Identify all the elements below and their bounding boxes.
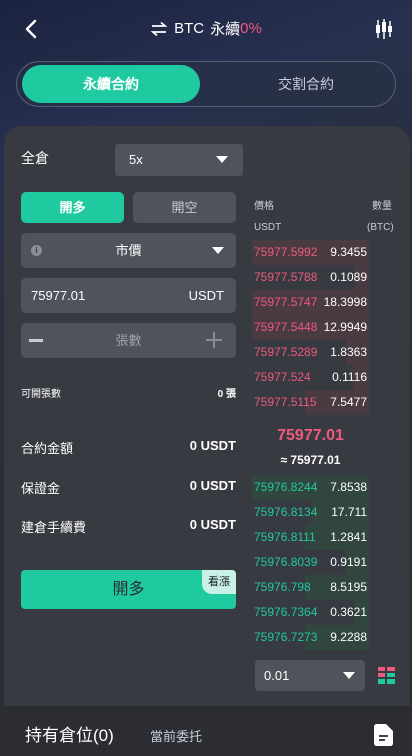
- fee-label: 建倉手續費: [21, 520, 87, 535]
- contract-amount-row: 合約金額 0 USDT: [21, 438, 236, 457]
- orderbook-layout-icon[interactable]: [378, 667, 395, 684]
- market-title[interactable]: BTC 永續 0%: [0, 18, 412, 39]
- open-long-label: 開多: [112, 581, 145, 598]
- bid-row[interactable]: 75976.8111 1.2841: [252, 525, 369, 550]
- symbol-label: BTC: [174, 20, 205, 37]
- chevron-down-icon: [212, 247, 224, 254]
- top-bar: BTC 永續 0%: [0, 0, 412, 58]
- ask-amount: 7.5477: [330, 395, 367, 409]
- margin-label: 保證金: [21, 481, 61, 496]
- bid-row[interactable]: 75976.798 8.5195: [252, 575, 369, 600]
- quantity-placeholder: 張數: [115, 333, 142, 348]
- price-field[interactable]: 75977.01 USDT: [21, 278, 236, 313]
- ask-row[interactable]: 75977.5115 7.5477: [252, 390, 369, 415]
- ask-amount: 0.1116: [332, 370, 367, 384]
- bid-row[interactable]: 75976.7273 9.2288: [252, 625, 369, 650]
- price-header: 價格: [254, 201, 274, 212]
- bid-row[interactable]: 75976.8134 17.711: [252, 500, 369, 525]
- fee-value: 0 USDT: [189, 517, 236, 532]
- chevron-down-icon: [343, 672, 355, 679]
- bid-row[interactable]: 75976.8039 0.9191: [252, 550, 369, 575]
- bid-row[interactable]: 75976.7364 0.3621: [252, 600, 369, 625]
- bid-price: 75976.798: [254, 580, 311, 594]
- ask-row[interactable]: 75977.5448 12.9949: [252, 315, 369, 340]
- amount-header: 數量: [372, 201, 392, 212]
- change-percent: 0%: [240, 20, 262, 37]
- amount-unit-header: (BTC): [367, 222, 394, 233]
- margin-mode-label[interactable]: 全倉: [21, 148, 49, 168]
- margin-value: 0 USDT: [189, 478, 236, 493]
- ask-amount: 12.9949: [323, 320, 367, 334]
- ask-price: 75977.5115: [254, 395, 317, 409]
- contract-amount-label: 合約金額: [21, 441, 74, 456]
- minus-icon[interactable]: [29, 339, 43, 342]
- plus-icon[interactable]: [206, 332, 222, 348]
- bid-amount: 0.9191: [330, 555, 367, 569]
- ask-row[interactable]: 75977.5992 9.3455: [252, 240, 369, 265]
- ask-price: 75977.5448: [254, 320, 318, 334]
- bid-amount: 1.2841: [330, 530, 367, 544]
- bid-price: 75976.8111: [254, 530, 316, 544]
- ask-price: 75977.5788: [254, 270, 318, 284]
- available-value: 0 張: [217, 389, 236, 400]
- bid-price: 75976.8244: [254, 480, 318, 494]
- bid-amount: 8.5195: [330, 580, 367, 594]
- ask-row[interactable]: 75977.5788 0.1089: [252, 265, 369, 290]
- swap-icon: [150, 21, 168, 36]
- bid-price: 75976.7364: [254, 605, 318, 619]
- document-icon[interactable]: [374, 724, 393, 746]
- available-label: 可開張數: [21, 389, 61, 400]
- last-price[interactable]: 75977.01: [252, 427, 369, 445]
- tab-perpetual[interactable]: 永續合約: [22, 65, 200, 103]
- bid-amount: 9.2288: [330, 630, 367, 644]
- info-icon[interactable]: i: [31, 245, 42, 256]
- bid-price: 75976.8134: [254, 505, 318, 519]
- contract-amount-value: 0 USDT: [189, 438, 236, 453]
- price-value: 75977.01: [31, 288, 86, 303]
- ask-amount: 9.3455: [330, 245, 367, 259]
- open-short-tab[interactable]: 開空: [133, 192, 236, 223]
- bid-amount: 0.3621: [330, 605, 367, 619]
- ask-amount: 1.8363: [330, 345, 367, 359]
- depth-step-value: 0.01: [264, 668, 290, 683]
- tab-current-orders[interactable]: 當前委托: [150, 726, 202, 745]
- ask-row[interactable]: 75977.5747 18.3998: [252, 290, 369, 315]
- leverage-value: 5x: [129, 152, 143, 167]
- tab-positions[interactable]: 持有倉位(0): [25, 721, 114, 746]
- open-long-button[interactable]: 開多 看漲: [21, 570, 236, 609]
- price-unit-header: USDT: [254, 222, 282, 233]
- last-price-reference: ≈ 75977.01: [280, 453, 341, 467]
- bid-price: 75976.7273: [254, 630, 318, 644]
- open-long-tab[interactable]: 開多: [21, 192, 124, 223]
- fee-row: 建倉手續費 0 USDT: [21, 517, 236, 536]
- price-unit: USDT: [188, 288, 224, 303]
- ask-amount: 0.1089: [330, 270, 367, 284]
- ask-row[interactable]: 75977.524 0.1116: [252, 365, 369, 390]
- positions-bar: 持有倉位(0) 當前委托: [0, 706, 412, 756]
- bid-price: 75976.8039: [254, 555, 318, 569]
- tab-delivery[interactable]: 交割合約: [217, 65, 395, 103]
- contract-mode-switch: 永續合約 交割合約: [16, 61, 396, 107]
- ask-price: 75977.5747: [254, 295, 318, 309]
- ask-price: 75977.524: [254, 370, 311, 384]
- depth-step-select[interactable]: 0.01: [255, 660, 365, 691]
- bid-row[interactable]: 75976.8244 7.8538: [252, 475, 369, 500]
- quantity-stepper[interactable]: 張數: [21, 323, 236, 358]
- bid-amount: 17.711: [331, 505, 367, 519]
- ask-price: 75977.5992: [254, 245, 318, 259]
- ask-price: 75977.5289: [254, 345, 318, 359]
- contract-type-label: 永續: [210, 21, 241, 38]
- bullish-tag: 看漲: [202, 570, 236, 594]
- chevron-down-icon: [216, 156, 228, 163]
- candlestick-chart-icon[interactable]: [374, 18, 394, 40]
- ask-row[interactable]: 75977.5289 1.8363: [252, 340, 369, 365]
- available-row: 可開張數 0 張: [21, 385, 236, 400]
- order-type-value: 市價: [115, 243, 142, 258]
- order-type-select[interactable]: i 市價: [21, 233, 236, 268]
- margin-row: 保證金 0 USDT: [21, 478, 236, 497]
- ask-amount: 18.3998: [323, 295, 367, 309]
- leverage-select[interactable]: 5x: [115, 144, 243, 176]
- bid-amount: 7.8538: [330, 480, 367, 494]
